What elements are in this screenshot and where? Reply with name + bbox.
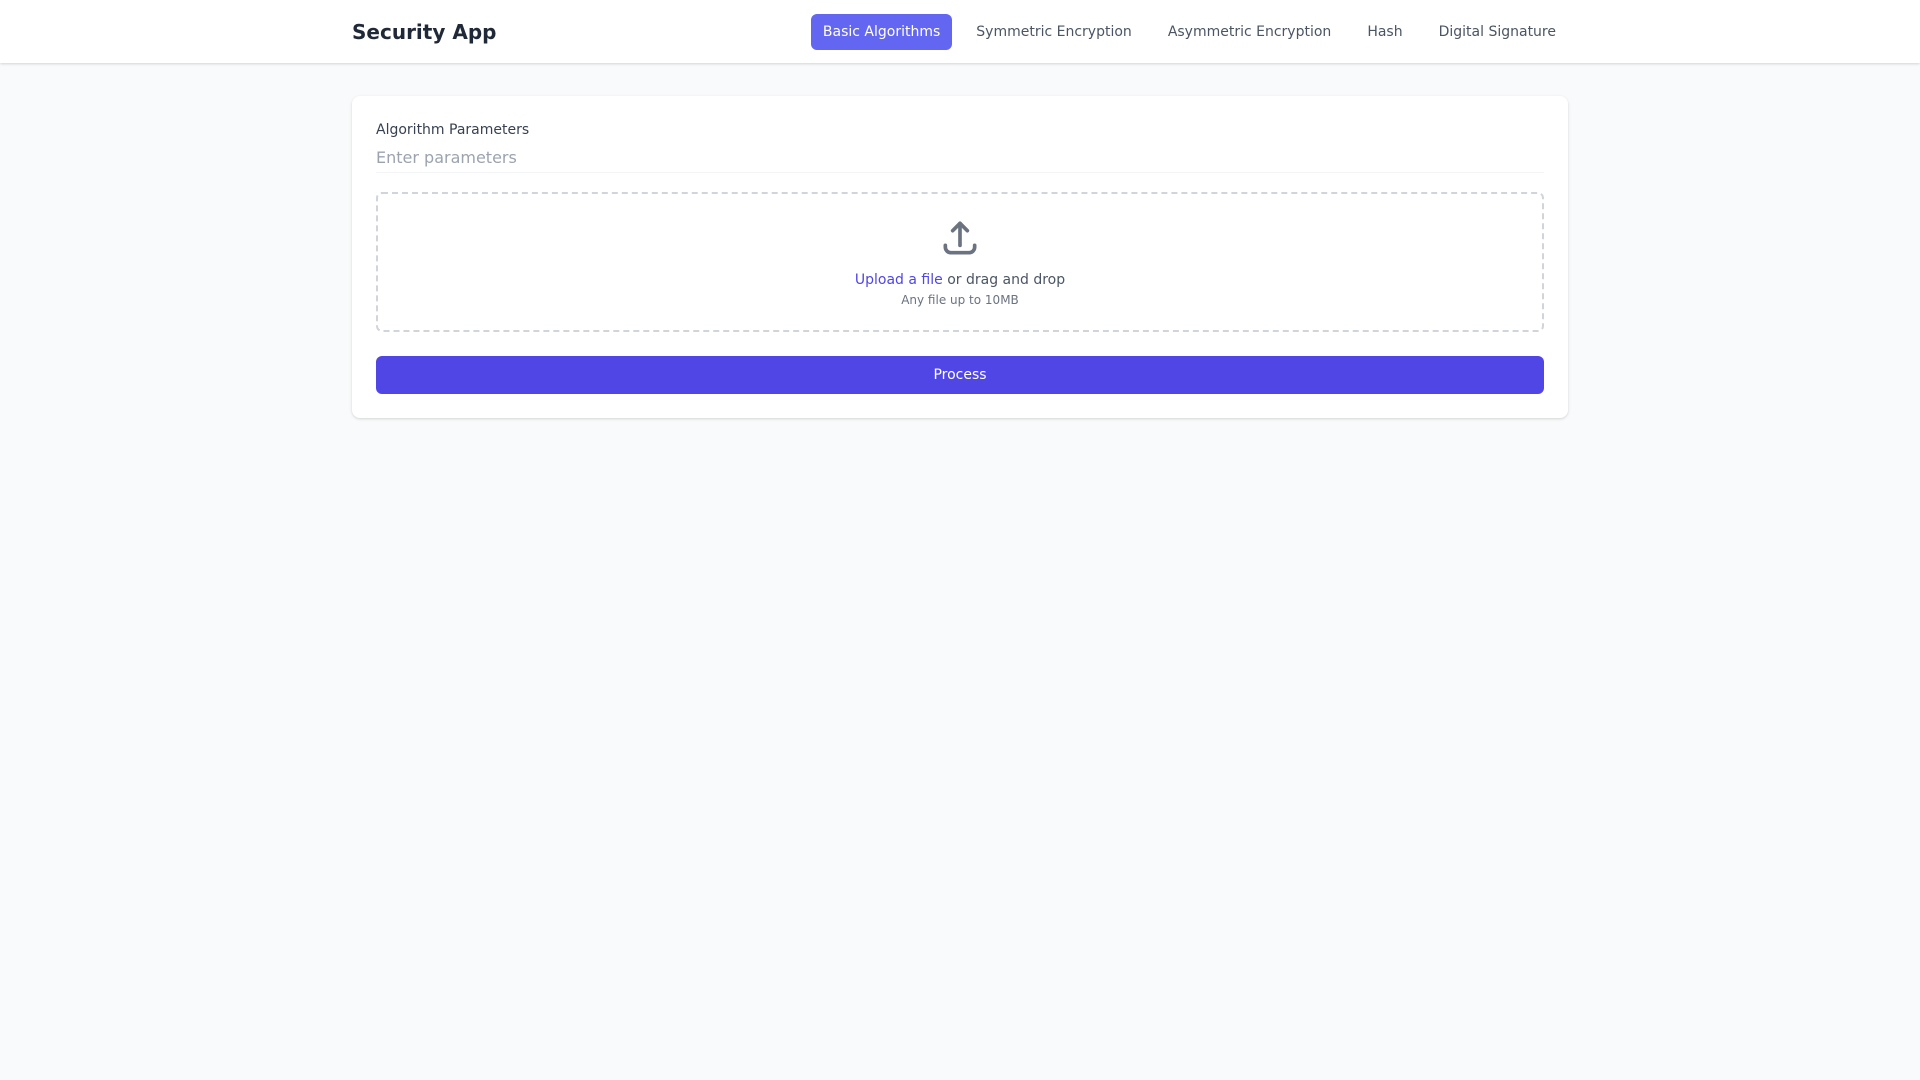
drag-drop-text: or drag and drop: [942, 272, 1066, 288]
nav-basic-algorithms[interactable]: Basic Algorithms: [810, 14, 953, 50]
main-nav: Basic Algorithms Symmetric Encryption As…: [810, 14, 1568, 50]
algorithm-form-card: Algorithm Parameters Upload a file or dr…: [352, 96, 1568, 418]
navbar-inner: Security App Basic Algorithms Symmetric …: [352, 0, 1568, 63]
nav-symmetric-encryption[interactable]: Symmetric Encryption: [964, 14, 1144, 50]
nav-digital-signature[interactable]: Digital Signature: [1427, 14, 1568, 50]
nav-asymmetric-encryption[interactable]: Asymmetric Encryption: [1156, 14, 1344, 50]
file-dropzone[interactable]: Upload a file or drag and drop Any file …: [376, 192, 1544, 332]
file-size-hint: Any file up to 10MB: [901, 293, 1019, 307]
dropzone-text: Upload a file or drag and drop: [378, 270, 1542, 290]
params-input[interactable]: [376, 142, 1544, 173]
process-button[interactable]: Process: [376, 356, 1544, 394]
nav-hash[interactable]: Hash: [1355, 14, 1414, 50]
upload-file-link[interactable]: Upload a file: [855, 272, 943, 288]
upload-icon: [943, 221, 977, 255]
top-navbar: Security App Basic Algorithms Symmetric …: [0, 0, 1920, 63]
app-title: Security App: [352, 20, 497, 44]
params-label: Algorithm Parameters: [376, 122, 530, 138]
